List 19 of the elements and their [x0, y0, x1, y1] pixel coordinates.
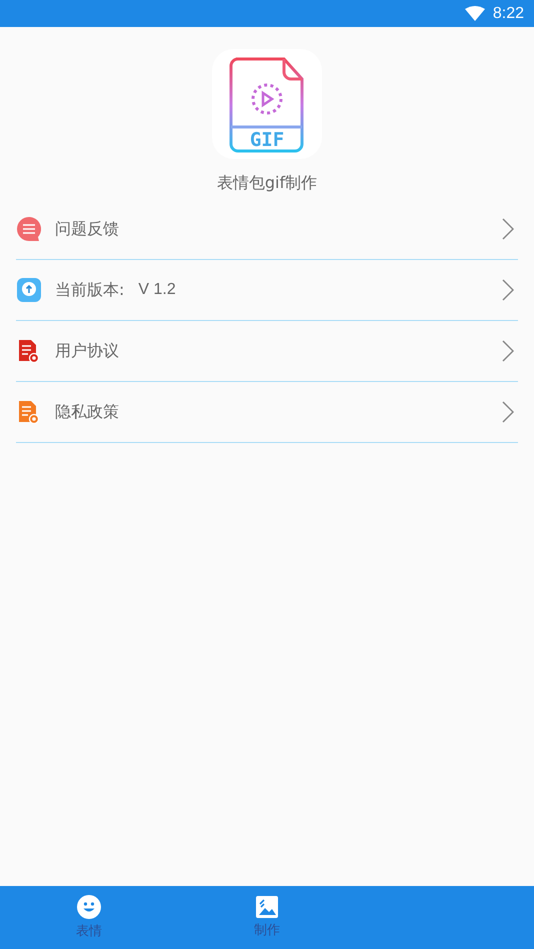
menu-item[interactable]: 隐私政策 — [16, 382, 518, 443]
document-icon — [17, 400, 39, 424]
message-icon — [17, 217, 41, 241]
app-logo: GIF — [212, 49, 322, 159]
wifi-icon — [464, 6, 485, 21]
chevron-right-icon — [502, 218, 514, 240]
app-name: 表情包gif制作 — [216, 173, 318, 193]
chevron-right-icon — [502, 340, 514, 362]
menu-item[interactable]: 用户协议 — [16, 321, 518, 382]
menu-item[interactable]: 问题反馈 — [16, 199, 518, 260]
chevron-right-icon — [502, 279, 514, 301]
document-icon — [17, 339, 39, 363]
version-number: V 1.2 — [138, 281, 176, 299]
image-icon — [256, 896, 278, 918]
menu-item[interactable]: 当前版本: V 1.2 — [16, 260, 518, 321]
upload-icon — [17, 278, 41, 302]
smiley-icon — [77, 895, 101, 919]
chevron-right-icon — [502, 401, 514, 423]
clock-time: 8:22 — [492, 4, 524, 22]
